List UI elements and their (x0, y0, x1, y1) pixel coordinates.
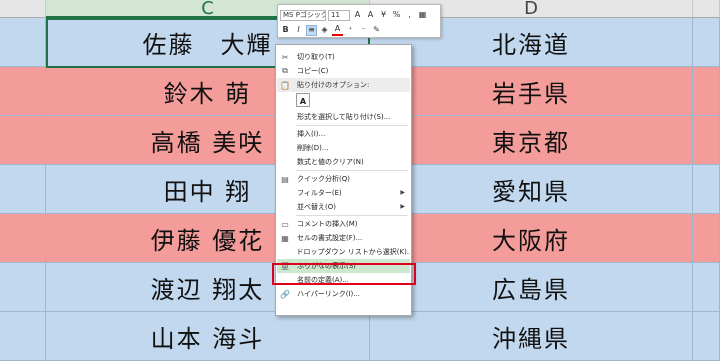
font-size-up-icon[interactable]: A (352, 10, 363, 21)
menu-item-label: セルの書式設定(F)... (297, 234, 363, 242)
borders-icon[interactable]: ▦ (417, 10, 428, 21)
font-size-down-icon[interactable]: A (365, 10, 376, 21)
menu-quick-analysis[interactable]: ▤ クイック分析(Q) (277, 172, 410, 186)
menu-item-label: クイック分析(Q) (297, 175, 350, 183)
cell-b[interactable] (0, 18, 46, 67)
menu-item-label: 貼り付けのオプション: (297, 81, 370, 89)
cell-prefecture[interactable]: 広島県 (370, 263, 693, 312)
menu-item-label: 形式を選択して貼り付け(S)... (297, 113, 391, 121)
menu-icon-slot (277, 127, 293, 141)
menu-clear-contents[interactable]: 数式と値のクリア(N) (277, 155, 410, 169)
menu-paste-special[interactable]: 形式を選択して貼り付け(S)... (277, 110, 410, 124)
menu-item-label: フィルター(E) (297, 189, 342, 197)
cell-prefecture[interactable]: 岩手県 (370, 67, 693, 116)
menu-icon-slot (277, 110, 293, 124)
menu-sort[interactable]: 並べ替え(O) ▶ (277, 200, 410, 214)
column-header[interactable] (693, 0, 720, 18)
column-header[interactable] (0, 0, 46, 18)
menu-separator (296, 215, 408, 216)
submenu-arrow-icon: ▶ (400, 189, 405, 196)
menu-item-label: 切り取り(T) (297, 53, 335, 61)
cell-e[interactable] (693, 18, 720, 67)
cell-e[interactable] (693, 67, 720, 116)
italic-icon[interactable]: I (293, 25, 304, 36)
mini-toolbar-row-1-buttons: A A ¥%, ▦ (352, 10, 428, 21)
cell-name[interactable]: 山本 海斗 (46, 312, 370, 361)
menu-filter[interactable]: フィルター(E) ▶ (277, 186, 410, 200)
menu-item-label: ドロップダウン リストから選択(K)... (296, 248, 410, 256)
cell-prefecture[interactable]: 大阪府 (370, 214, 693, 263)
paste-option-button[interactable]: A (296, 93, 310, 107)
menu-item-label: コピー(C) (297, 67, 329, 75)
cell-e[interactable] (693, 165, 720, 214)
mini-toolbar-row-1: MS Pゴシック 11 A A ¥%, ▦ (280, 8, 428, 22)
scissors-icon: ✂ (281, 52, 289, 62)
menu-item-label: ハイパーリンク(I)... (297, 290, 360, 298)
menu-separator (296, 125, 408, 126)
bold-icon[interactable]: B (280, 25, 291, 36)
menu-pick-from-list[interactable]: ドロップダウン リストから選択(K)... (277, 245, 410, 259)
menu-icon-slot (277, 141, 293, 155)
cell-b[interactable] (0, 214, 46, 263)
table-row: 山本 海斗 沖縄県 (0, 312, 720, 361)
copy-icon: ⧉ (282, 66, 288, 75)
menu-item-label: 挿入(I)... (297, 130, 326, 138)
menu-item-label: 並べ替え(O) (297, 203, 336, 211)
mini-toolbar-row-2: B I ≡ ◈ A ⁺ ⁻ ✎ (280, 23, 382, 37)
cell-b[interactable] (0, 116, 46, 165)
menu-delete[interactable]: 削除(D)... (277, 141, 410, 155)
menu-icon-slot (277, 186, 293, 200)
menu-icon-slot (277, 200, 293, 214)
cell-e[interactable] (693, 214, 720, 263)
cell-b[interactable] (0, 312, 46, 361)
menu-separator (296, 170, 408, 171)
menu-item-label: 数式と値のクリア(N) (297, 158, 364, 166)
menu-icon-slot (277, 245, 293, 259)
highlight-box (272, 263, 416, 285)
menu-insert[interactable]: 挿入(I)... (277, 127, 410, 141)
submenu-arrow-icon: ▶ (400, 203, 405, 210)
menu-insert-comment[interactable]: ▭ コメントの挿入(M) (277, 217, 410, 231)
cell-prefecture[interactable]: 沖縄県 (370, 312, 693, 361)
quick-analysis-icon: ▤ (281, 174, 289, 184)
font-color-icon[interactable]: A (332, 25, 343, 36)
menu-copy[interactable]: ⧉ コピー(C) (277, 64, 410, 78)
decrease-decimal-icon[interactable]: ⁻ (358, 25, 369, 36)
cell-prefecture[interactable]: 愛知県 (370, 165, 693, 214)
comment-icon: ▭ (281, 219, 289, 229)
cell-b[interactable] (0, 67, 46, 116)
font-size-box[interactable]: 11 (328, 9, 350, 21)
menu-format-cells[interactable]: ▦ セルの書式設定(F)... (277, 231, 410, 245)
clipboard-icon: 📋 (280, 80, 290, 90)
align-center-icon[interactable]: ≡ (306, 24, 317, 36)
percent-format-icon[interactable]: % (391, 10, 402, 21)
cell-b[interactable] (0, 263, 46, 312)
menu-item-label: コメントの挿入(M) (297, 220, 358, 228)
cell-e[interactable] (693, 263, 720, 312)
menu-item-label: 削除(D)... (297, 144, 329, 152)
menu-paste-options-header: 📋 貼り付けのオプション: (277, 78, 410, 92)
increase-decimal-icon[interactable]: ⁺ (345, 25, 356, 36)
currency-format-icon[interactable]: ¥ (378, 10, 389, 21)
cell-e[interactable] (693, 312, 720, 361)
font-name-box[interactable]: MS Pゴシック (280, 9, 326, 21)
menu-hyperlink[interactable]: 🔗 ハイパーリンク(I)... (277, 287, 410, 301)
mini-toolbar: MS Pゴシック 11 A A ¥%, ▦ B I ≡ ◈ A ⁺ ⁻ ✎ (277, 4, 441, 38)
comma-format-icon[interactable]: , (404, 10, 415, 21)
fill-color-icon[interactable]: ◈ (319, 25, 330, 36)
format-cells-icon: ▦ (281, 233, 289, 243)
format-painter-icon[interactable]: ✎ (371, 25, 382, 36)
menu-icon-slot (277, 155, 293, 169)
menu-cut[interactable]: ✂ 切り取り(T) (277, 50, 410, 64)
cell-b[interactable] (0, 165, 46, 214)
hyperlink-icon: 🔗 (280, 289, 290, 299)
cell-prefecture[interactable]: 東京都 (370, 116, 693, 165)
cell-e[interactable] (693, 116, 720, 165)
